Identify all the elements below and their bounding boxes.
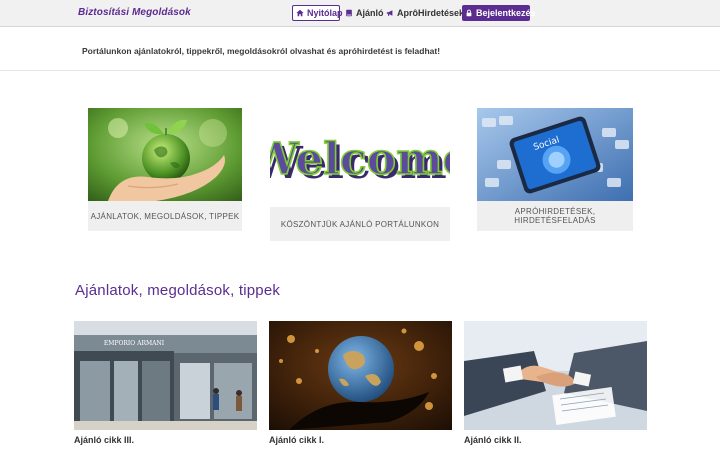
lock-icon [466, 9, 472, 17]
card-welcome-image[interactable]: Welcome Welcome [270, 110, 450, 205]
nav-home-link[interactable]: Nyitólap [292, 5, 343, 21]
article-title[interactable]: Ajánló cikk I. [269, 435, 452, 445]
intro-banner: Portálunkon ajánlatokról, tippekről, meg… [0, 27, 720, 71]
nav-login-button[interactable]: Bejelentkezés [462, 5, 536, 21]
article-title[interactable]: Ajánló cikk III. [74, 435, 257, 445]
card-ads-image[interactable]: Social [477, 108, 633, 201]
nav-offers-label: Ajánló [356, 8, 384, 18]
article-card[interactable]: Ajánló cikk I. [269, 321, 452, 445]
article-image[interactable] [464, 321, 647, 430]
article-title[interactable]: Ajánló cikk II. [464, 435, 647, 445]
card-ads[interactable]: Social APRÓHIRDETÉSEK, HIRDETÉSFELADÁS [477, 108, 633, 231]
card-welcome-caption: KÖSZÖNTJÜK AJÁNLÓ PORTÁLUNKON [270, 207, 450, 241]
section-title: Ajánlatok, megoldások, tippek [75, 282, 281, 299]
article-card[interactable]: Ajánló cikk II. [464, 321, 647, 445]
nav-offers-link[interactable]: Ajánló [342, 5, 387, 21]
card-ads-caption: APRÓHIRDETÉSEK, HIRDETÉSFELADÁS [477, 201, 633, 231]
card-offers-image[interactable] [88, 108, 242, 201]
home-icon [296, 9, 304, 17]
navbar: Biztosítási Megoldások Nyitólap Ajánló A… [0, 0, 720, 27]
nav-login-label: Bejelentkezés [476, 8, 536, 18]
nav-ads-label: AprôHirdetések [397, 8, 465, 18]
nav-home-label: Nyitólap [307, 8, 343, 18]
megaphone-icon [386, 10, 393, 16]
svg-text:Welcome: Welcome [270, 134, 450, 185]
card-offers-caption: AJÁNLATOK, MEGOLDÁSOK, TIPPEK [88, 201, 242, 231]
card-welcome[interactable]: Welcome Welcome KÖSZÖNTJÜK AJÁNLÓ PORTÁL… [270, 110, 450, 242]
article-card[interactable]: EMPORIO ARMANI Ajánló cikk III. [74, 321, 257, 445]
nav-ads-link[interactable]: AprôHirdetések [383, 5, 467, 21]
svg-text:EMPORIO ARMANI: EMPORIO ARMANI [104, 340, 165, 347]
article-image[interactable]: EMPORIO ARMANI [74, 321, 257, 430]
article-image[interactable] [269, 321, 452, 430]
brand-logo[interactable]: Biztosítási Megoldások [78, 7, 191, 18]
book-icon [346, 9, 352, 17]
intro-text: Portálunkon ajánlatokról, tippekről, meg… [82, 46, 441, 56]
card-offers[interactable]: AJÁNLATOK, MEGOLDÁSOK, TIPPEK [88, 108, 242, 231]
